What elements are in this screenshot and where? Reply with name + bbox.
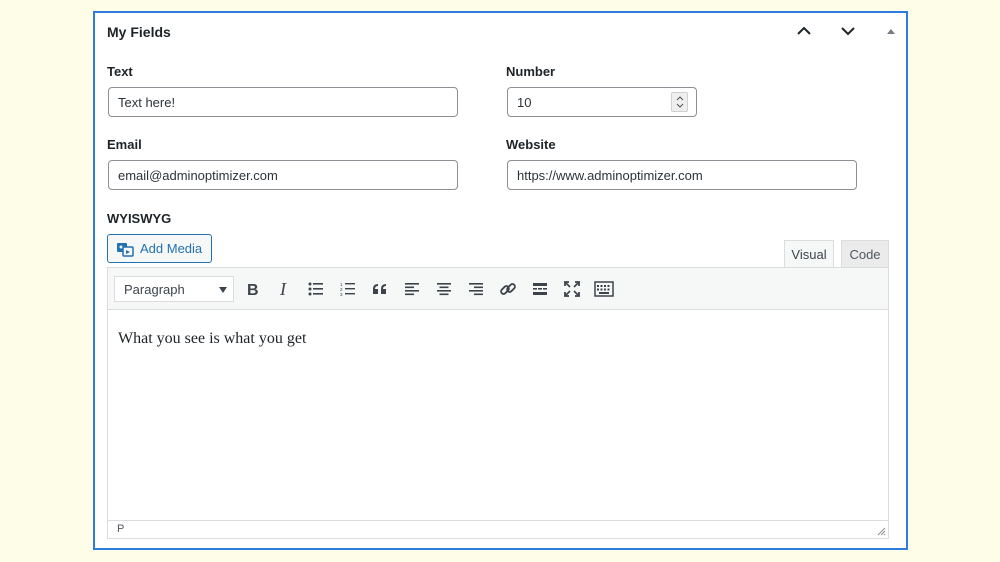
blockquote-button[interactable] bbox=[369, 278, 391, 300]
format-select-value: Paragraph bbox=[124, 281, 185, 297]
numbered-list-icon: 1 2 3 bbox=[340, 282, 355, 296]
chevron-up-icon bbox=[797, 26, 811, 35]
link-button[interactable] bbox=[497, 278, 519, 300]
add-media-label: Add Media bbox=[140, 241, 203, 256]
bold-button[interactable]: B bbox=[241, 278, 263, 300]
text-field[interactable] bbox=[108, 87, 458, 117]
website-field[interactable] bbox=[507, 160, 857, 190]
caret-down-icon bbox=[219, 287, 227, 293]
svg-text:B: B bbox=[247, 282, 259, 297]
svg-text:I: I bbox=[279, 281, 287, 297]
align-center-icon bbox=[437, 283, 451, 296]
numbered-list-button[interactable]: 1 2 3 bbox=[337, 278, 359, 300]
fullscreen-icon bbox=[564, 281, 580, 297]
number-field-label: Number bbox=[506, 64, 556, 79]
align-right-button[interactable] bbox=[465, 278, 487, 300]
element-path[interactable]: P bbox=[117, 523, 124, 535]
move-down-button[interactable] bbox=[834, 19, 862, 43]
editor-content[interactable]: What you see is what you get bbox=[118, 330, 306, 348]
read-more-button[interactable] bbox=[529, 278, 551, 300]
tab-code[interactable]: Code bbox=[841, 240, 889, 268]
stepper-down-icon bbox=[676, 103, 683, 108]
tab-visual[interactable]: Visual bbox=[784, 240, 834, 268]
wysiwyg-editor: Paragraph B I 1 2 3 What you see is what… bbox=[107, 267, 889, 539]
toggle-panel-button[interactable] bbox=[877, 19, 905, 43]
website-field-label: Website bbox=[506, 137, 556, 152]
align-right-icon bbox=[469, 283, 483, 296]
bold-icon: B bbox=[247, 282, 259, 297]
email-field-label: Email bbox=[107, 137, 142, 152]
number-field[interactable] bbox=[508, 88, 668, 116]
my-fields-panel: My Fields Text Number Email Website WYIS… bbox=[93, 11, 908, 550]
fullscreen-button[interactable] bbox=[561, 278, 583, 300]
editor-toolbar: Paragraph B I 1 2 3 bbox=[108, 268, 888, 310]
align-center-button[interactable] bbox=[433, 278, 455, 300]
toolbar-toggle-button[interactable] bbox=[593, 278, 615, 300]
bulleted-list-button[interactable] bbox=[305, 278, 327, 300]
italic-button[interactable]: I bbox=[273, 278, 295, 300]
resize-handle-icon[interactable] bbox=[876, 526, 886, 536]
blockquote-icon bbox=[373, 284, 386, 294]
number-field-wrapper bbox=[507, 87, 697, 117]
number-stepper[interactable] bbox=[671, 92, 688, 112]
link-icon bbox=[500, 283, 516, 295]
align-left-icon bbox=[405, 283, 419, 296]
format-select[interactable]: Paragraph bbox=[114, 276, 234, 302]
align-left-button[interactable] bbox=[401, 278, 423, 300]
triangle-up-icon bbox=[887, 29, 895, 34]
email-field[interactable] bbox=[108, 160, 458, 190]
toolbar-toggle-icon bbox=[594, 281, 614, 297]
bulleted-list-icon bbox=[308, 282, 323, 296]
panel-title: My Fields bbox=[107, 24, 171, 40]
read-more-icon bbox=[533, 283, 547, 295]
add-media-button[interactable]: Add Media bbox=[107, 234, 212, 263]
text-field-label: Text bbox=[107, 64, 133, 79]
italic-icon: I bbox=[279, 281, 287, 297]
wysiwyg-label: WYISWYG bbox=[107, 211, 172, 226]
chevron-down-icon bbox=[841, 27, 855, 36]
editor-statusbar: P bbox=[108, 520, 888, 538]
svg-text:3: 3 bbox=[340, 292, 343, 296]
move-up-button[interactable] bbox=[790, 19, 818, 43]
stepper-up-icon bbox=[676, 96, 683, 101]
media-icon bbox=[117, 242, 134, 257]
